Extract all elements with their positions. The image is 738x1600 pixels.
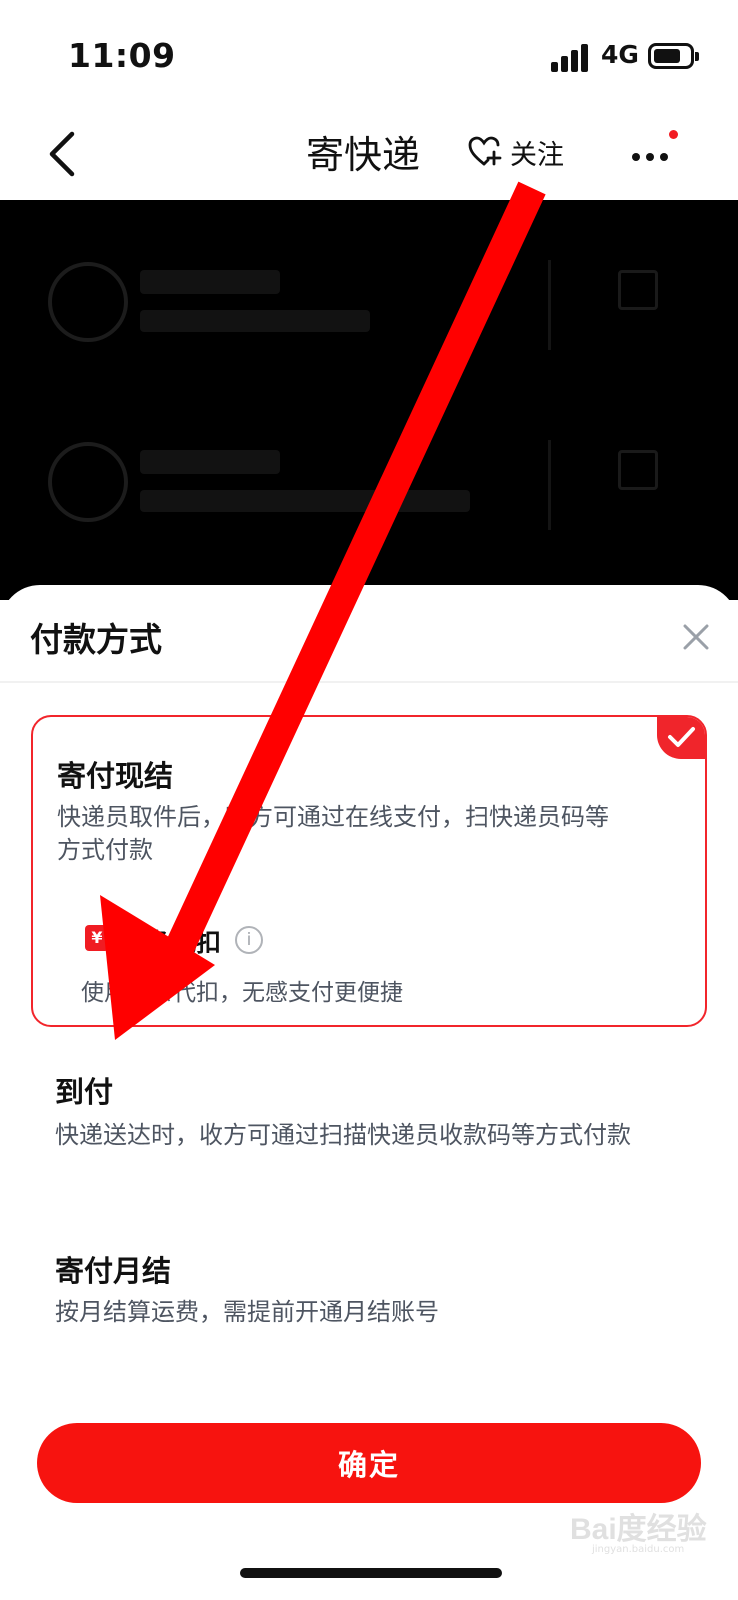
- watermark-text: Bai度经验: [570, 1513, 707, 1546]
- status-bar: 11:09 4G: [0, 0, 738, 110]
- heart-plus-icon: [468, 136, 502, 166]
- close-icon: [683, 624, 709, 650]
- selected-badge: [657, 717, 705, 759]
- option-title: 到付: [55, 1075, 114, 1109]
- confirm-button[interactable]: 确定: [37, 1423, 701, 1503]
- close-button[interactable]: [680, 621, 712, 653]
- page-title: 寄快递: [306, 133, 421, 177]
- option-monthly[interactable]: 寄付月结 按月结算运费，需提前开通月结账号: [31, 1230, 707, 1350]
- nav-bar: 寄快递 关注: [0, 110, 738, 200]
- option-desc: 按月结算运费，需提前开通月结账号: [55, 1298, 439, 1326]
- dimmed-background: [0, 200, 738, 600]
- option-desc-line2: 方式付款: [57, 836, 153, 864]
- divider: [0, 681, 738, 683]
- baidu-watermark: Bai度经验 jingyan.baidu.com: [562, 1500, 712, 1555]
- sheet-title: 付款方式: [30, 620, 162, 659]
- notification-dot: [669, 130, 678, 139]
- sub-option-desc: 使用白条代扣，无感支付更便捷: [81, 980, 403, 1006]
- payment-method-sheet: 付款方式 寄付现结 快递员取件后，寄方可通过在线支付，扫快递员码等 方式付款 ¥…: [0, 585, 738, 1600]
- back-button[interactable]: [44, 124, 94, 184]
- option-desc-line1: 快递员取件后，寄方可通过在线支付，扫快递员码等: [57, 803, 609, 831]
- sub-option-title: 白条代扣: [121, 928, 222, 957]
- watermark-sub: jingyan.baidu.com: [592, 1544, 685, 1555]
- ghost-row: [40, 410, 700, 560]
- chevron-left-icon: [49, 131, 75, 177]
- follow-label: 关注: [510, 139, 564, 171]
- option-title: 寄付月结: [55, 1254, 172, 1288]
- home-indicator: [240, 1568, 502, 1578]
- option-title: 寄付现结: [57, 759, 174, 793]
- info-icon[interactable]: i: [235, 926, 263, 954]
- option-prepay-cash[interactable]: 寄付现结 快递员取件后，寄方可通过在线支付，扫快递员码等 方式付款 ¥ 白条代扣…: [31, 715, 707, 1027]
- status-time: 11:09: [68, 36, 176, 75]
- check-icon: [668, 727, 695, 747]
- yuan-badge-icon: ¥: [85, 925, 109, 951]
- battery-icon: [648, 43, 699, 69]
- option-desc: 快递送达时，收方可通过扫描快递员收款码等方式付款: [55, 1121, 631, 1149]
- follow-button[interactable]: 关注: [468, 132, 564, 172]
- signal-bars-icon: [551, 44, 591, 72]
- network-type: 4G: [601, 40, 639, 69]
- ghost-row: [40, 230, 700, 380]
- option-cash-on-delivery[interactable]: 到付 快递送达时，收方可通过扫描快递员收款码等方式付款: [31, 1055, 707, 1175]
